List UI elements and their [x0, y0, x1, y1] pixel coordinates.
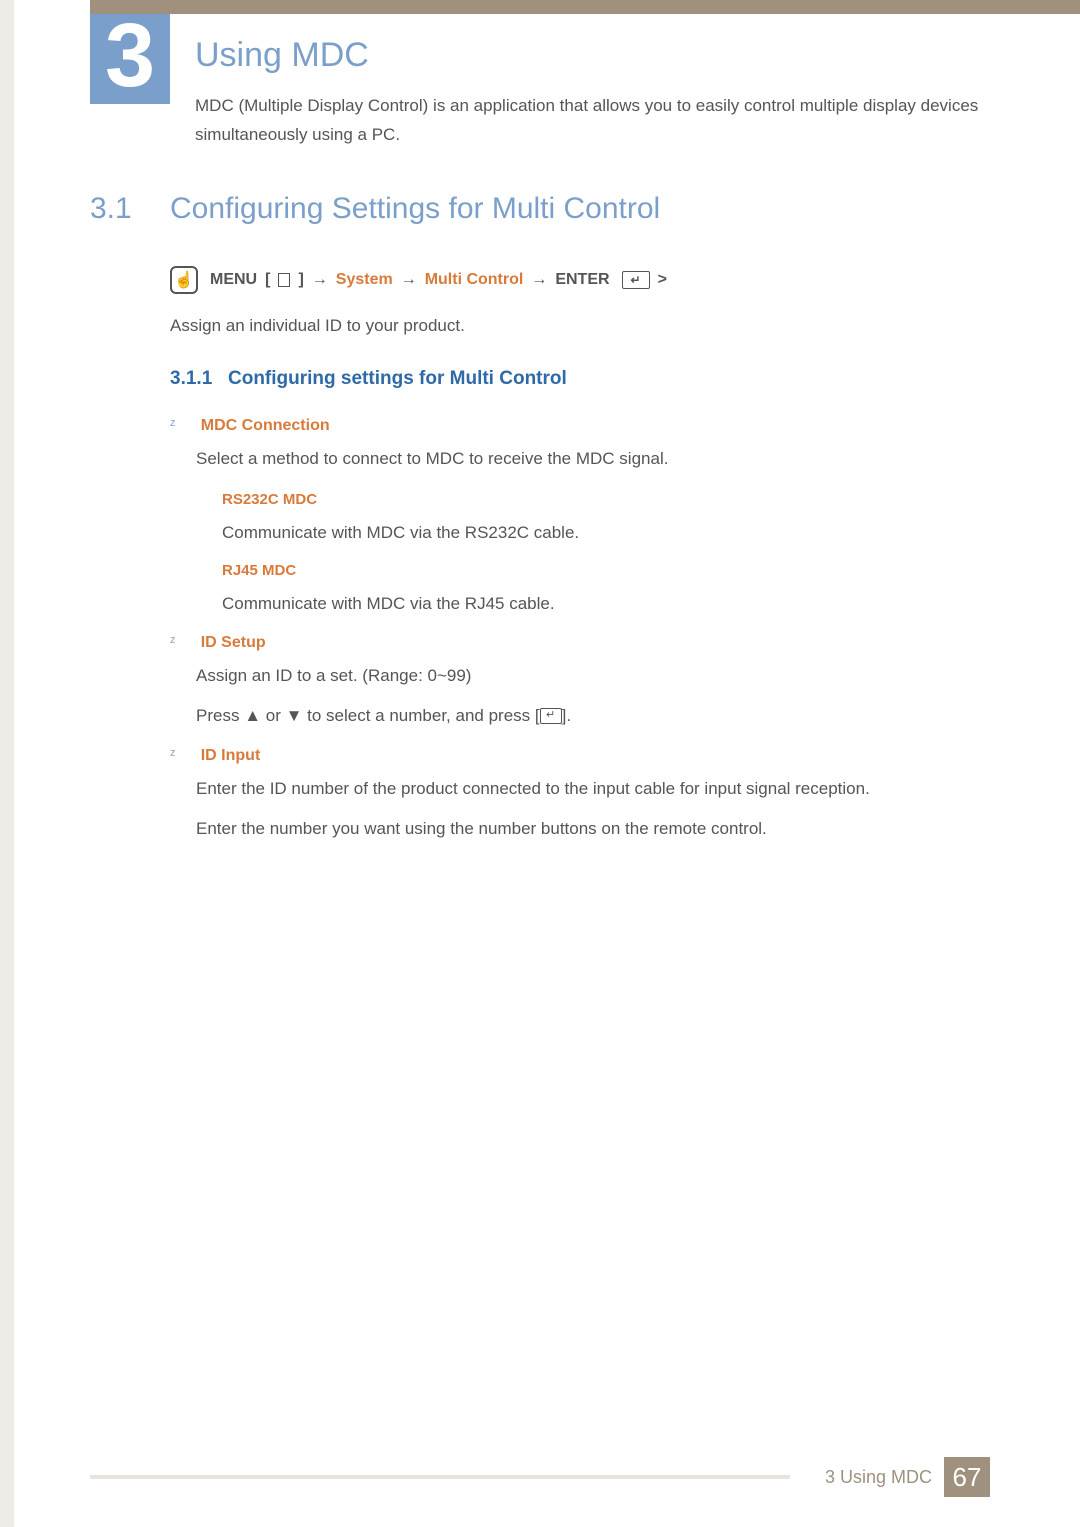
bullet-icon: z — [170, 410, 196, 433]
chapter-number-box: 3 — [90, 14, 170, 104]
nav-arrow: → — [401, 271, 417, 289]
subsection-title: Configuring settings for Multi Control — [228, 368, 567, 390]
nav-arrow: → — [531, 271, 547, 289]
subsection-number: 3.1.1 — [170, 368, 212, 390]
rs232c-desc: Communicate with MDC via the RS232C cabl… — [222, 518, 990, 548]
footer-text: 3 Using MDC — [825, 1467, 932, 1488]
id-setup-title: ID Setup — [201, 634, 266, 651]
enter-icon: ↵ — [622, 271, 650, 289]
rs232c-title: RS232C MDC — [222, 484, 990, 514]
menu-navigation-path: ☝ MENU [ ] → System → Multi Control → EN… — [170, 266, 667, 294]
menu-rect-icon — [278, 273, 290, 287]
footer-divider — [90, 1475, 790, 1479]
id-setup-line2: Press ▲ or ▼ to select a number, and pre… — [196, 701, 990, 731]
item-mdc-connection: z MDC Connection Select a method to conn… — [170, 410, 990, 619]
top-bar-decorative — [90, 0, 1080, 14]
content-body: z MDC Connection Select a method to conn… — [170, 410, 990, 854]
section-number: 3.1 — [90, 192, 132, 226]
id-setup-line1: Assign an ID to a set. (Range: 0~99) — [196, 661, 990, 691]
page-number: 67 — [944, 1457, 990, 1497]
item-id-input: z ID Input Enter the ID number of the pr… — [170, 740, 990, 844]
nav-bracket-close: ] — [298, 271, 303, 289]
nav-bracket-open: [ — [265, 271, 270, 289]
nav-arrow: → — [312, 271, 328, 289]
rj45-title: RJ45 MDC — [222, 555, 990, 585]
bullet-icon: z — [170, 627, 196, 650]
id-input-line2: Enter the number you want using the numb… — [196, 814, 990, 844]
chapter-intro: MDC (Multiple Display Control) is an app… — [195, 92, 990, 150]
bullet-icon: z — [170, 740, 196, 763]
section-title: Configuring Settings for Multi Control — [170, 192, 660, 226]
id-input-line1: Enter the ID number of the product conne… — [196, 774, 990, 804]
item-id-setup: z ID Setup Assign an ID to a set. (Range… — [170, 627, 990, 731]
page-footer: 3 Using MDC 67 — [825, 1457, 990, 1497]
assign-instruction: Assign an individual ID to your product. — [170, 316, 465, 336]
id-input-title: ID Input — [201, 747, 261, 764]
nav-gt: > — [658, 271, 667, 289]
nav-enter: ENTER — [555, 271, 609, 289]
nav-menu: MENU — [210, 271, 257, 289]
hand-icon: ☝ — [170, 266, 198, 294]
rj45-desc: Communicate with MDC via the RJ45 cable. — [222, 589, 990, 619]
nav-multi-control: Multi Control — [425, 271, 524, 289]
mdc-connection-title: MDC Connection — [201, 417, 330, 434]
mdc-connection-desc: Select a method to connect to MDC to rec… — [196, 444, 990, 474]
left-sidebar-decorative — [0, 0, 14, 1527]
nav-system: System — [336, 271, 393, 289]
chapter-title: Using MDC — [195, 36, 369, 75]
enter-icon: ↵ — [540, 708, 562, 724]
